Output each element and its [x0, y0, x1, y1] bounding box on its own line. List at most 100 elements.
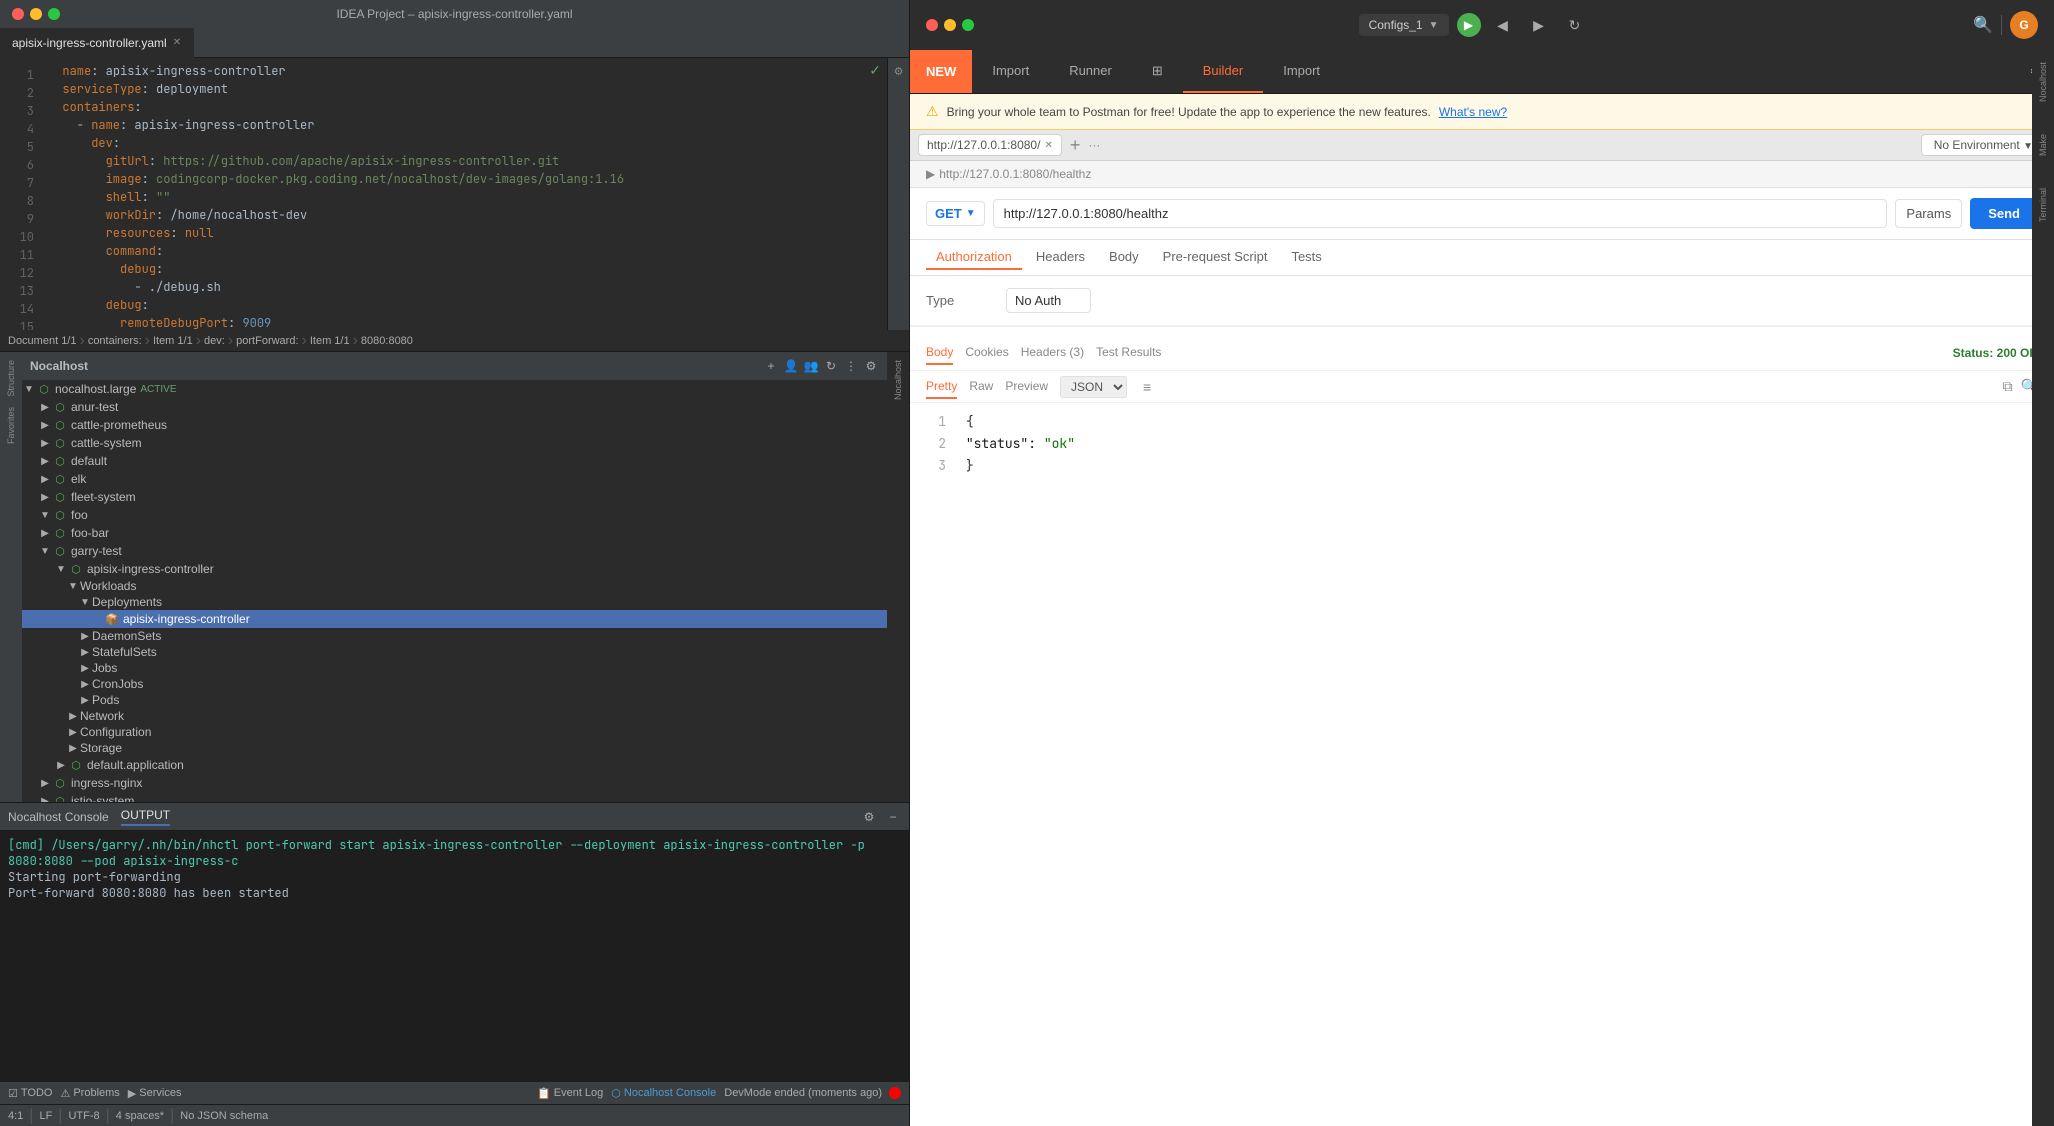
pm-tab-tests[interactable]: Tests — [1281, 245, 1331, 270]
pm-back-btn[interactable]: ◀ — [1489, 11, 1517, 39]
nocalhost-console-btn[interactable]: ⬡ Nocalhost Console — [611, 1087, 716, 1100]
pm-tab-body[interactable]: Body — [1099, 245, 1149, 270]
pm-send-btn[interactable]: Send — [1970, 198, 2038, 229]
ns-garry-test[interactable]: ▼ ⬡ garry-test — [22, 542, 887, 560]
pm-tab-pre-request[interactable]: Pre-request Script — [1153, 245, 1278, 270]
pm-config-btn[interactable]: Configs_1 ▼ — [1359, 14, 1449, 36]
app-apisix[interactable]: ▼ ⬡ apisix-ingress-controller — [22, 560, 887, 578]
pm-format-select[interactable]: JSON — [1060, 376, 1127, 398]
console-tab-output[interactable]: OUTPUT — [121, 808, 170, 826]
services-btn[interactable]: ▶ Services — [128, 1087, 182, 1100]
ns-ingress-nginx[interactable]: ▶ ⬡ ingress-nginx — [22, 774, 887, 792]
ns-elk[interactable]: ▶ ⬡ elk — [22, 470, 887, 488]
pm-minimize-btn[interactable] — [944, 19, 956, 31]
pm-view-preview[interactable]: Preview — [1005, 375, 1048, 399]
namespace-icon: ⬡ — [52, 453, 68, 469]
pm-nav-builder[interactable]: Builder — [1183, 50, 1263, 93]
pm-tab-headers[interactable]: Headers — [1026, 245, 1095, 270]
ns-fleet-system[interactable]: ▶ ⬡ fleet-system — [22, 488, 887, 506]
maximize-btn[interactable] — [48, 8, 60, 20]
pm-method-select[interactable]: GET ▼ — [926, 201, 985, 226]
pm-body-tab-headers[interactable]: Headers (3) — [1021, 341, 1084, 365]
ns-foo-bar[interactable]: ▶ ⬡ foo-bar — [22, 524, 887, 542]
pm-forward-btn[interactable]: ▶ — [1525, 11, 1553, 39]
more-icon[interactable]: ⋮ — [843, 358, 859, 374]
ns-anur-test[interactable]: ▶ ⬡ anur-test — [22, 398, 887, 416]
statefulsets-group[interactable]: ▶ StatefulSets — [22, 644, 887, 660]
ns-cattle-prometheus[interactable]: ▶ ⬡ cattle-prometheus — [22, 416, 887, 434]
event-log-btn[interactable]: 📋 Event Log — [537, 1087, 603, 1100]
pm-no-env-btn[interactable]: No Environment ▼ — [1921, 134, 2046, 156]
console-close-icon[interactable]: − — [885, 809, 901, 825]
pm-url-tab[interactable]: http://127.0.0.1:8080/ ✕ — [918, 134, 1062, 156]
settings-icon[interactable]: ⚙ — [863, 358, 879, 374]
arrow-right-icon: ▶ — [38, 456, 52, 467]
pm-sync-icon[interactable]: ↻ — [1561, 11, 1589, 39]
pm-tab-more[interactable]: ··· — [1088, 138, 1100, 152]
pm-nav-runner[interactable]: Runner — [1049, 50, 1132, 93]
storage-group[interactable]: ▶ Storage — [22, 740, 887, 756]
ns-default[interactable]: ▶ ⬡ default — [22, 452, 887, 470]
pm-view-pretty[interactable]: Pretty — [926, 375, 957, 399]
favorites-label[interactable]: Favorites — [6, 403, 16, 448]
pm-params-btn[interactable]: Params — [1895, 199, 1962, 228]
daemonsets-group[interactable]: ▶ DaemonSets — [22, 628, 887, 644]
pm-body-tab-cookies[interactable]: Cookies — [965, 341, 1008, 365]
person-icon[interactable]: 👤 — [783, 358, 799, 374]
pm-body-tab-body[interactable]: Body — [926, 341, 953, 365]
pm-close-btn[interactable] — [926, 19, 938, 31]
pm-new-btn[interactable]: NEW — [910, 50, 972, 93]
settings-icon[interactable]: ⚙ — [890, 62, 908, 80]
tree-server[interactable]: ▼ ⬡ nocalhost.large ACTIVE — [22, 380, 887, 398]
pm-nav-import[interactable]: Import — [972, 50, 1049, 93]
ns-foo[interactable]: ▼ ⬡ foo — [22, 506, 887, 524]
console-settings-icon[interactable]: ⚙ — [861, 809, 877, 825]
deployments-group[interactable]: ▼ Deployments — [22, 594, 887, 610]
pm-avatar[interactable]: G — [2010, 11, 2038, 39]
pm-nav-toggle[interactable]: ⊞ — [1132, 50, 1183, 93]
nocalhost-tree[interactable]: ▼ ⬡ nocalhost.large ACTIVE ▶ ⬡ anur-test… — [22, 380, 887, 802]
pm-auth-type-select[interactable]: No Auth — [1006, 288, 1091, 313]
pm-add-tab-btn[interactable]: + — [1070, 136, 1081, 154]
pm-body-tab-test-results[interactable]: Test Results — [1096, 341, 1161, 365]
arrow-right-icon: ▶ — [54, 760, 68, 771]
copy-icon[interactable]: ⧉ — [2003, 378, 2013, 395]
tab-close-icon[interactable]: ✕ — [173, 37, 181, 48]
todo-btn[interactable]: ☑ TODO — [8, 1087, 52, 1100]
ns-cattle-system[interactable]: ▶ ⬡ cattle-system — [22, 434, 887, 452]
pm-vstrip-nocalhost[interactable]: Nocalhost — [2038, 58, 2048, 106]
add-icon[interactable]: + — [763, 358, 779, 374]
jobs-group[interactable]: ▶ Jobs — [22, 660, 887, 676]
pm-view-raw[interactable]: Raw — [969, 375, 993, 399]
deployment-apisix[interactable]: ▶ 📦 apisix-ingress-controller — [22, 610, 887, 628]
url-tab-close-icon[interactable]: ✕ — [1044, 140, 1052, 151]
pm-wrap-icon[interactable]: ≡ — [1143, 379, 1151, 395]
configuration-group[interactable]: ▶ Configuration — [22, 724, 887, 740]
arrow-right-icon: ▶ — [78, 663, 92, 674]
nocalhost-strip-label[interactable]: Nocalhost — [893, 356, 903, 404]
pm-maximize-btn[interactable] — [962, 19, 974, 31]
minimize-btn[interactable] — [30, 8, 42, 20]
cronjobs-group[interactable]: ▶ CronJobs — [22, 676, 887, 692]
pm-vstrip-terminal[interactable]: Terminal — [2038, 184, 2048, 226]
pm-run-btn[interactable]: ▶ — [1457, 13, 1481, 37]
pm-url-input[interactable] — [993, 199, 1888, 228]
problems-btn[interactable]: ⚠ Problems — [60, 1087, 119, 1100]
default-app[interactable]: ▶ ⬡ default.application — [22, 756, 887, 774]
group-icon[interactable]: 👥 — [803, 358, 819, 374]
refresh-icon[interactable]: ↻ — [823, 358, 839, 374]
file-tab-active[interactable]: apisix-ingress-controller.yaml ✕ — [0, 28, 194, 58]
workloads-group[interactable]: ▼ Workloads — [22, 578, 887, 594]
pm-nav-team-library[interactable]: Import — [1263, 50, 1340, 93]
ide-title: IDEA Project – apisix-ingress-controller… — [336, 7, 572, 21]
pm-banner-link[interactable]: What's new? — [1439, 105, 1507, 119]
pm-tab-authorization[interactable]: Authorization — [926, 245, 1022, 270]
ns-istio-system[interactable]: ▶ ⬡ istio-system — [22, 792, 887, 802]
close-btn[interactable] — [12, 8, 24, 20]
code-editor[interactable]: name: apisix-ingress-controller serviceT… — [40, 58, 887, 330]
network-group[interactable]: ▶ Network — [22, 708, 887, 724]
pods-group[interactable]: ▶ Pods — [22, 692, 887, 708]
pm-search-btn[interactable]: 🔍 — [1973, 15, 1993, 35]
structure-label[interactable]: Structure — [6, 356, 16, 401]
pm-vstrip-make[interactable]: Make — [2038, 130, 2048, 160]
